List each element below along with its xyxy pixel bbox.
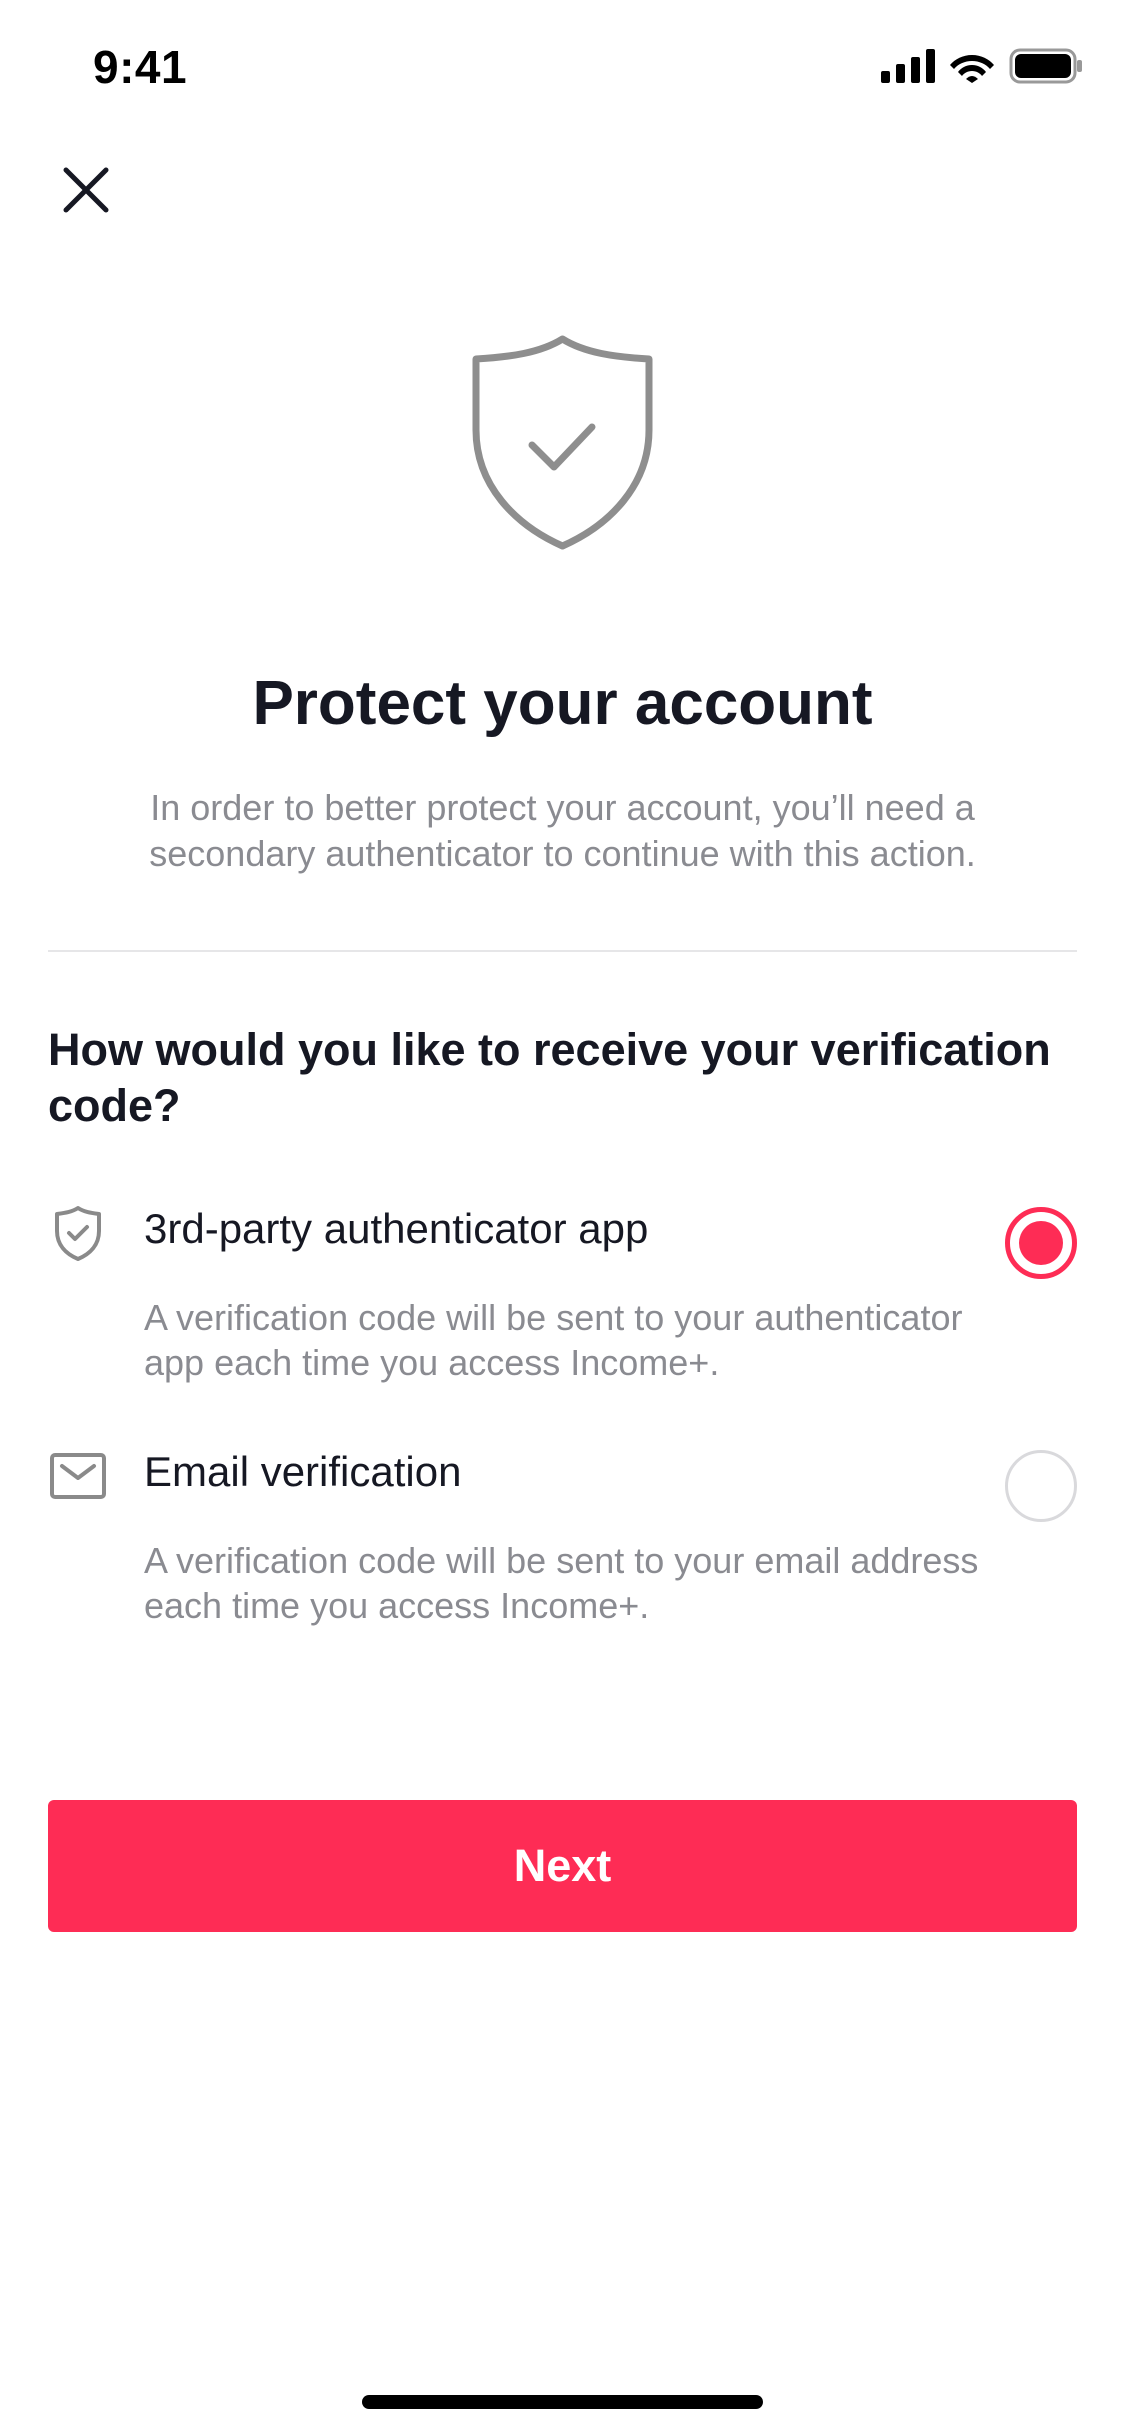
status-time: 9:41 xyxy=(93,41,188,93)
protect-account-screen: 9:41 Protect your account In order to be… xyxy=(0,0,1125,2436)
option-email-verification[interactable]: Email verification A verification code w… xyxy=(0,1438,1125,1668)
status-icons xyxy=(881,48,1083,84)
home-indicator[interactable] xyxy=(362,2395,763,2409)
option-title: 3rd-party authenticator app xyxy=(144,1205,649,1252)
radio-authenticator-app-selected[interactable] xyxy=(1005,1207,1077,1279)
divider xyxy=(48,950,1077,952)
option-description: A verification code will be sent to your… xyxy=(144,1540,979,1626)
page-subtitle: In order to better protect your account,… xyxy=(149,787,976,874)
next-button[interactable]: Next xyxy=(48,1800,1077,1932)
close-icon xyxy=(63,167,109,213)
radio-email-verification[interactable] xyxy=(1005,1450,1077,1522)
page-title: Protect your account xyxy=(252,669,873,738)
shield-check-icon xyxy=(55,1206,101,1261)
option-icon-container xyxy=(48,1446,108,1506)
envelope-icon xyxy=(50,1453,106,1499)
wifi-icon xyxy=(950,55,994,83)
verification-question: How would you like to receive your verif… xyxy=(48,1024,1051,1131)
battery-icon xyxy=(1009,48,1082,84)
option-title: Email verification xyxy=(144,1448,462,1495)
option-icon-container xyxy=(48,1203,108,1263)
shield-check-icon xyxy=(472,335,653,550)
close-button[interactable] xyxy=(56,160,116,220)
option-description: A verification code will be sent to your… xyxy=(144,1297,963,1383)
option-authenticator-app[interactable]: 3rd-party authenticator app A verificati… xyxy=(0,1195,1125,1425)
cellular-signal-icon xyxy=(881,49,935,83)
